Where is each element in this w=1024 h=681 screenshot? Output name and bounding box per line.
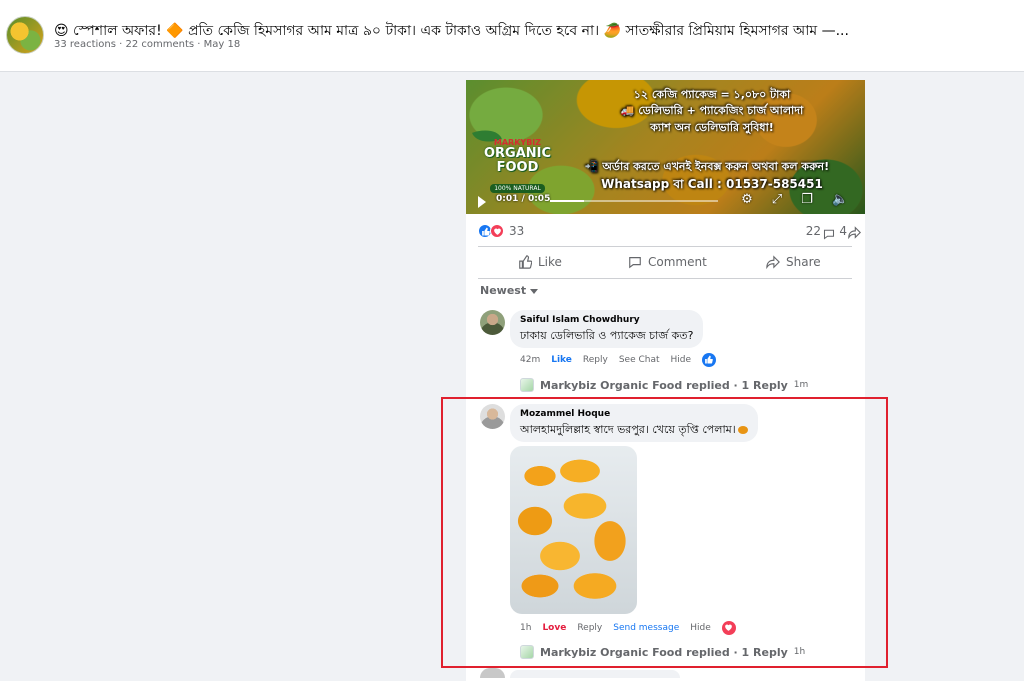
thumbs-up-icon — [519, 255, 532, 269]
comment-count[interactable]: 22 — [806, 224, 821, 238]
reply-summary-text: Markybiz Organic Food replied · 1 Reply — [540, 378, 788, 392]
post-header: 😍 স্পেশাল অফার! 🔶 প্রতি কেজি হিমসাগর আম … — [0, 0, 1024, 72]
share-label: Share — [786, 255, 821, 269]
comment-button[interactable]: Comment — [628, 252, 707, 272]
comment-time[interactable]: 42m — [520, 355, 540, 365]
reply-time: 1m — [793, 380, 809, 390]
volume-icon[interactable]: 🔈 — [832, 193, 848, 207]
video-controls: 0:01 / 0:05 ⚙ ⤢ ❐ 🔈 — [466, 188, 865, 214]
post-meta: 33 reactions · 22 comments · May 18 — [54, 39, 241, 50]
divider — [478, 278, 852, 279]
brand-line-1: ORGANIC — [483, 146, 552, 161]
share-icon — [766, 255, 780, 269]
like-button[interactable]: Like — [518, 252, 562, 272]
chevron-down-icon — [530, 288, 539, 294]
share-count-icon — [848, 224, 861, 243]
comment-author[interactable]: Saiful Islam Chowdhury — [520, 315, 693, 325]
comment-bubble — [510, 670, 680, 678]
comment-actions: 42m Like Reply See Chat Hide — [520, 353, 717, 367]
video-text-3: ক্যাশ অন ডেলিভারি সুবিধা! — [650, 121, 774, 134]
pip-icon[interactable]: ❐ — [800, 193, 814, 207]
highlight-box — [441, 397, 888, 668]
brand-line-2: FOOD — [496, 160, 539, 175]
divider — [478, 246, 852, 247]
page-avatar[interactable] — [6, 16, 44, 54]
gear-icon[interactable]: ⚙ — [740, 193, 754, 207]
comment-text: ঢাকায় ডেলিভারি ও প্যাকেজ চার্জ কত? — [520, 329, 694, 342]
video-time: 0:01 / 0:05 — [496, 194, 551, 204]
sort-label: Newest — [480, 284, 527, 297]
love-reaction-icon[interactable] — [490, 224, 504, 238]
video-progress[interactable] — [550, 200, 718, 202]
comment-like-button[interactable]: Like — [551, 355, 572, 365]
share-button[interactable]: Share — [766, 252, 821, 272]
comment-count-icon — [823, 225, 835, 244]
hide-button[interactable]: Hide — [671, 355, 692, 365]
post-actions: Like Comment Share — [478, 250, 852, 274]
comment-icon — [629, 257, 641, 269]
like-label: Like — [538, 255, 562, 269]
reaction-summary: 33 22 4 — [466, 220, 865, 242]
play-icon[interactable] — [478, 196, 486, 208]
comment-reply-button[interactable]: Reply — [583, 355, 608, 365]
see-chat-button[interactable]: See Chat — [619, 355, 660, 365]
page-mini-avatar — [520, 378, 534, 392]
avatar — [480, 668, 505, 678]
share-count[interactable]: 4 — [839, 224, 847, 238]
video-progress-fill — [550, 200, 584, 202]
like-reaction-icon[interactable] — [702, 353, 717, 367]
reaction-count[interactable]: 33 — [509, 224, 524, 238]
fullscreen-icon[interactable]: ⤢ — [770, 193, 784, 207]
sort-dropdown[interactable]: Newest — [480, 284, 539, 297]
reply-summary[interactable]: Markybiz Organic Food replied · 1 Reply … — [520, 378, 808, 392]
video-player[interactable]: MARKYBIZ ORGANIC FOOD 100% NATURAL ১২ কে… — [466, 80, 865, 214]
comment-label: Comment — [648, 255, 707, 269]
brand-logo: MARKYBIZ ORGANIC FOOD 100% NATURAL — [480, 138, 555, 194]
comment-bubble: Saiful Islam Chowdhury ঢাকায় ডেলিভারি ও… — [510, 310, 704, 348]
video-text-4: 📲 অর্ডার করতে এখনই ইনবক্স করুন অথবা কল ক… — [584, 160, 830, 173]
avatar[interactable] — [480, 310, 505, 335]
